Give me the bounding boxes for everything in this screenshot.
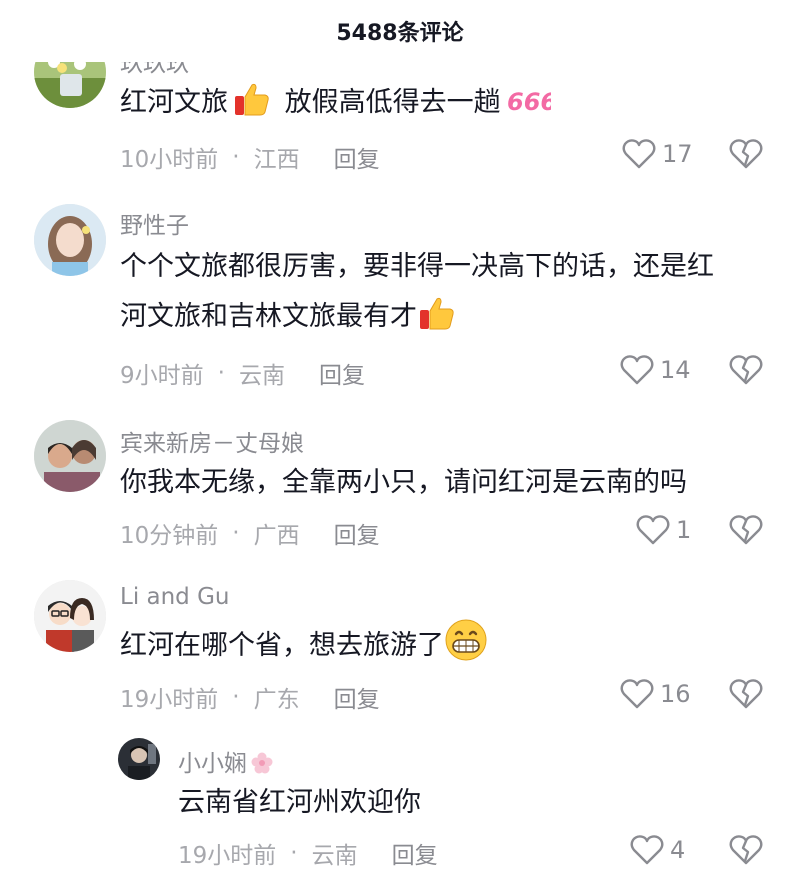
- comment-meta: 19小时前 · 云南 回复: [178, 836, 438, 870]
- thumbs-up-emoji: [232, 79, 272, 119]
- comment-meta: 10小时前 · 江西 回复: [120, 140, 380, 174]
- comment-text: 红河文旅 放假高低得去一趟666: [120, 78, 555, 128]
- comment-count-title: 5488条评论: [336, 21, 464, 46]
- broken-heart-icon: [729, 355, 763, 385]
- 666-emoji: 666: [505, 79, 551, 119]
- comment-username[interactable]: Li and Gu: [120, 584, 230, 610]
- comment-text: 红河在哪个省，想去旅游了: [120, 618, 492, 671]
- comment-panel: 5488条评论 玖玖玖 红河文旅 放假高低得去一趟666 10小时前 · 江西 …: [0, 0, 800, 889]
- dislike-button[interactable]: [729, 834, 763, 866]
- comment-time: 9小时前: [120, 363, 204, 389]
- comment-text-part: 河文旅和吉林文旅最有才: [120, 301, 417, 332]
- broken-heart-icon: [729, 835, 763, 865]
- heart-icon: [636, 515, 670, 545]
- comment-item: Li and Gu 红河在哪个省，想去旅游了 19小时前 · 广东 回复 16: [0, 570, 800, 730]
- reply-button[interactable]: 回复: [334, 140, 380, 174]
- comment-location: 云南: [238, 363, 285, 389]
- like-button[interactable]: 1: [636, 514, 691, 546]
- heart-icon: [620, 355, 654, 385]
- dislike-button[interactable]: [729, 514, 763, 546]
- comment-text: 河文旅和吉林文旅最有才: [120, 292, 461, 342]
- comment-location: 广西: [253, 523, 300, 549]
- like-button[interactable]: 4: [630, 834, 685, 866]
- comment-time: 10分钟前: [120, 523, 219, 549]
- comment-text-part: 红河文旅: [120, 87, 228, 118]
- comment-meta: 19小时前 · 广东 回复: [120, 680, 380, 714]
- comment-location: 江西: [253, 147, 300, 173]
- like-count: 4: [670, 836, 686, 864]
- meta-separator: ·: [232, 144, 240, 170]
- broken-heart-icon: [729, 679, 763, 709]
- like-count: 16: [660, 680, 691, 708]
- comment-item: 宾来新房－丈母娘 你我本无缘，全靠两小只，请问红河是云南的吗 10分钟前 · 广…: [0, 410, 800, 570]
- svg-text:666: 666: [507, 88, 551, 116]
- comment-text-part: 红河在哪个省，想去旅游了: [120, 630, 444, 661]
- like-count: 14: [660, 356, 691, 384]
- avatar[interactable]: [34, 580, 106, 652]
- heart-icon: [630, 835, 664, 865]
- like-count: 17: [662, 140, 693, 168]
- comment-text: 你我本无缘，全靠两小只，请问红河是云南的吗: [120, 467, 687, 498]
- meta-separator: ·: [232, 684, 240, 710]
- heart-icon: [620, 679, 654, 709]
- comment-meta: 9小时前 · 云南 回复: [120, 356, 365, 390]
- comment-username[interactable]: 小小娴: [178, 744, 273, 778]
- comment-time: 19小时前: [120, 687, 219, 713]
- comment-time: 10小时前: [120, 147, 219, 173]
- reply-button[interactable]: 回复: [334, 516, 380, 550]
- comment-username[interactable]: 野性子: [120, 206, 189, 240]
- reply-button[interactable]: 回复: [392, 836, 438, 870]
- avatar[interactable]: [34, 420, 106, 492]
- comment-time: 19小时前: [178, 843, 277, 869]
- comment-text: 云南省红河州欢迎你: [178, 787, 421, 818]
- avatar[interactable]: [118, 738, 160, 780]
- meta-separator: ·: [217, 360, 225, 386]
- dislike-button[interactable]: [729, 678, 763, 710]
- comment-meta: 10分钟前 · 广西 回复: [120, 516, 380, 550]
- dislike-button[interactable]: [729, 354, 763, 386]
- reply-button[interactable]: 回复: [334, 680, 380, 714]
- comment-item: 野性子 个个文旅都很厉害，要非得一决高下的话，还是红 河文旅和吉林文旅最有才 9…: [0, 190, 800, 410]
- reply-username-text: 小小娴: [178, 751, 247, 777]
- like-button[interactable]: 16: [620, 678, 691, 710]
- comment-text-line: 个个文旅都很厉害，要非得一决高下的话，还是红: [120, 251, 714, 282]
- grin-emoji: [444, 618, 488, 662]
- comment-header: 5488条评论: [0, 0, 800, 62]
- thumbs-up-emoji: [417, 293, 457, 333]
- like-count: 1: [676, 516, 692, 544]
- like-button[interactable]: 17: [622, 138, 693, 170]
- broken-heart-icon: [729, 139, 763, 169]
- like-button[interactable]: 14: [620, 354, 691, 386]
- reply-item: 小小娴 云南省红河州欢迎你 19小时前 · 云南 回复 4: [0, 730, 800, 889]
- reply-button[interactable]: 回复: [319, 356, 365, 390]
- avatar[interactable]: [34, 204, 106, 276]
- comment-username[interactable]: 宾来新房－丈母娘: [120, 424, 304, 458]
- flower-emoji: [251, 752, 273, 774]
- comment-location: 广东: [253, 687, 300, 713]
- comment-location: 云南: [311, 843, 358, 869]
- dislike-button[interactable]: [729, 138, 763, 170]
- comment-text-part: 放假高低得去一趟: [284, 87, 501, 118]
- meta-separator: ·: [290, 840, 298, 866]
- broken-heart-icon: [729, 515, 763, 545]
- heart-icon: [622, 139, 656, 169]
- meta-separator: ·: [232, 520, 240, 546]
